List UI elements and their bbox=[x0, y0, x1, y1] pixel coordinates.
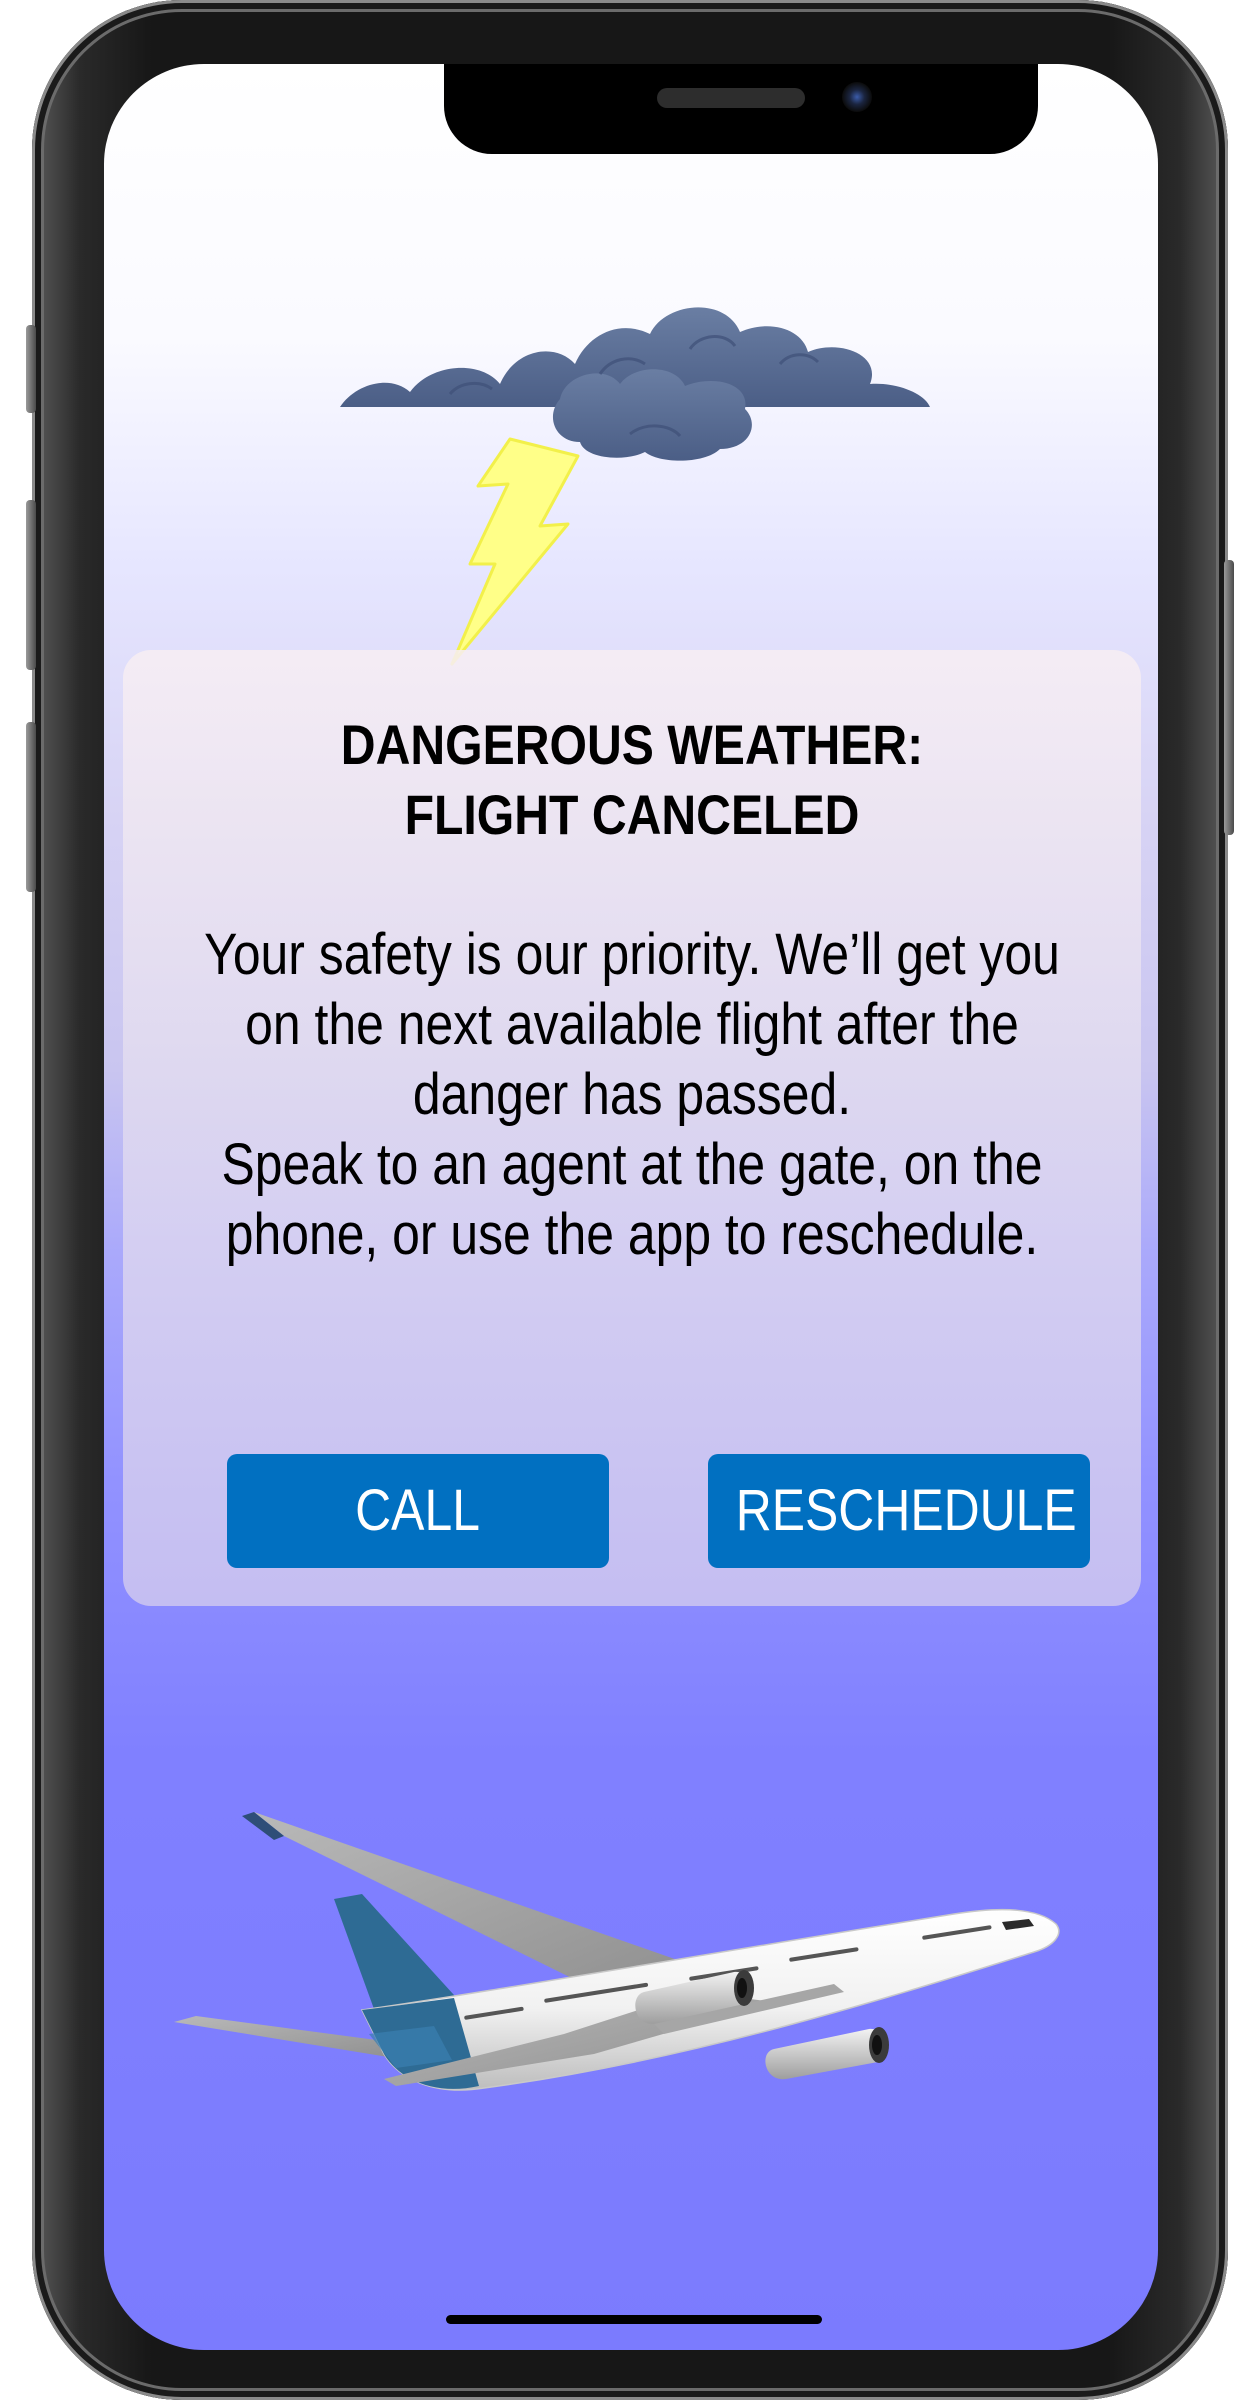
volume-up-button bbox=[26, 500, 36, 670]
lightning-bolt bbox=[450, 437, 580, 666]
airplane-icon bbox=[174, 1812, 1060, 2091]
alert-message-line-2: on the next available flight after the bbox=[245, 992, 1019, 1057]
alert-message-line-4: Speak to an agent at the gate, on the bbox=[221, 1132, 1043, 1197]
home-indicator[interactable] bbox=[446, 2315, 822, 2324]
storm-cloud-lightning-icon bbox=[340, 307, 930, 666]
alert-message-line-5: phone, or use the app to reschedule. bbox=[225, 1202, 1039, 1267]
notch bbox=[444, 64, 1038, 154]
reschedule-button-label: RESCHEDULE bbox=[735, 1478, 1077, 1543]
alert-title-line-1: DANGEROUS WEATHER: bbox=[340, 713, 924, 776]
alert-message-line-3: danger has passed. bbox=[412, 1062, 852, 1127]
earpiece-speaker bbox=[657, 88, 805, 108]
alert-message: Your safety is our priority. We’ll get y… bbox=[194, 920, 1069, 1270]
call-button[interactable]: CALL bbox=[227, 1454, 609, 1568]
alert-title-line-2: FLIGHT CANCELED bbox=[404, 783, 860, 846]
reschedule-button[interactable]: RESCHEDULE bbox=[708, 1454, 1090, 1568]
storm-cloud bbox=[340, 307, 930, 461]
front-camera-icon bbox=[842, 82, 872, 112]
phone-screen: DANGEROUS WEATHER: FLIGHT CANCELED Your … bbox=[104, 64, 1158, 2350]
volume-down-button bbox=[26, 722, 36, 892]
alert-message-line-1: Your safety is our priority. We’ll get y… bbox=[204, 922, 1060, 987]
silent-switch bbox=[26, 325, 36, 413]
device-mockup: DANGEROUS WEATHER: FLIGHT CANCELED Your … bbox=[0, 0, 1260, 2400]
call-button-label: CALL bbox=[355, 1478, 481, 1543]
power-button bbox=[1224, 560, 1234, 835]
flight-canceled-alert: DANGEROUS WEATHER: FLIGHT CANCELED Your … bbox=[123, 650, 1141, 1606]
engine-lower bbox=[765, 2027, 889, 2080]
upper-wing bbox=[254, 1812, 689, 1994]
alert-title: DANGEROUS WEATHER: FLIGHT CANCELED bbox=[194, 710, 1069, 850]
